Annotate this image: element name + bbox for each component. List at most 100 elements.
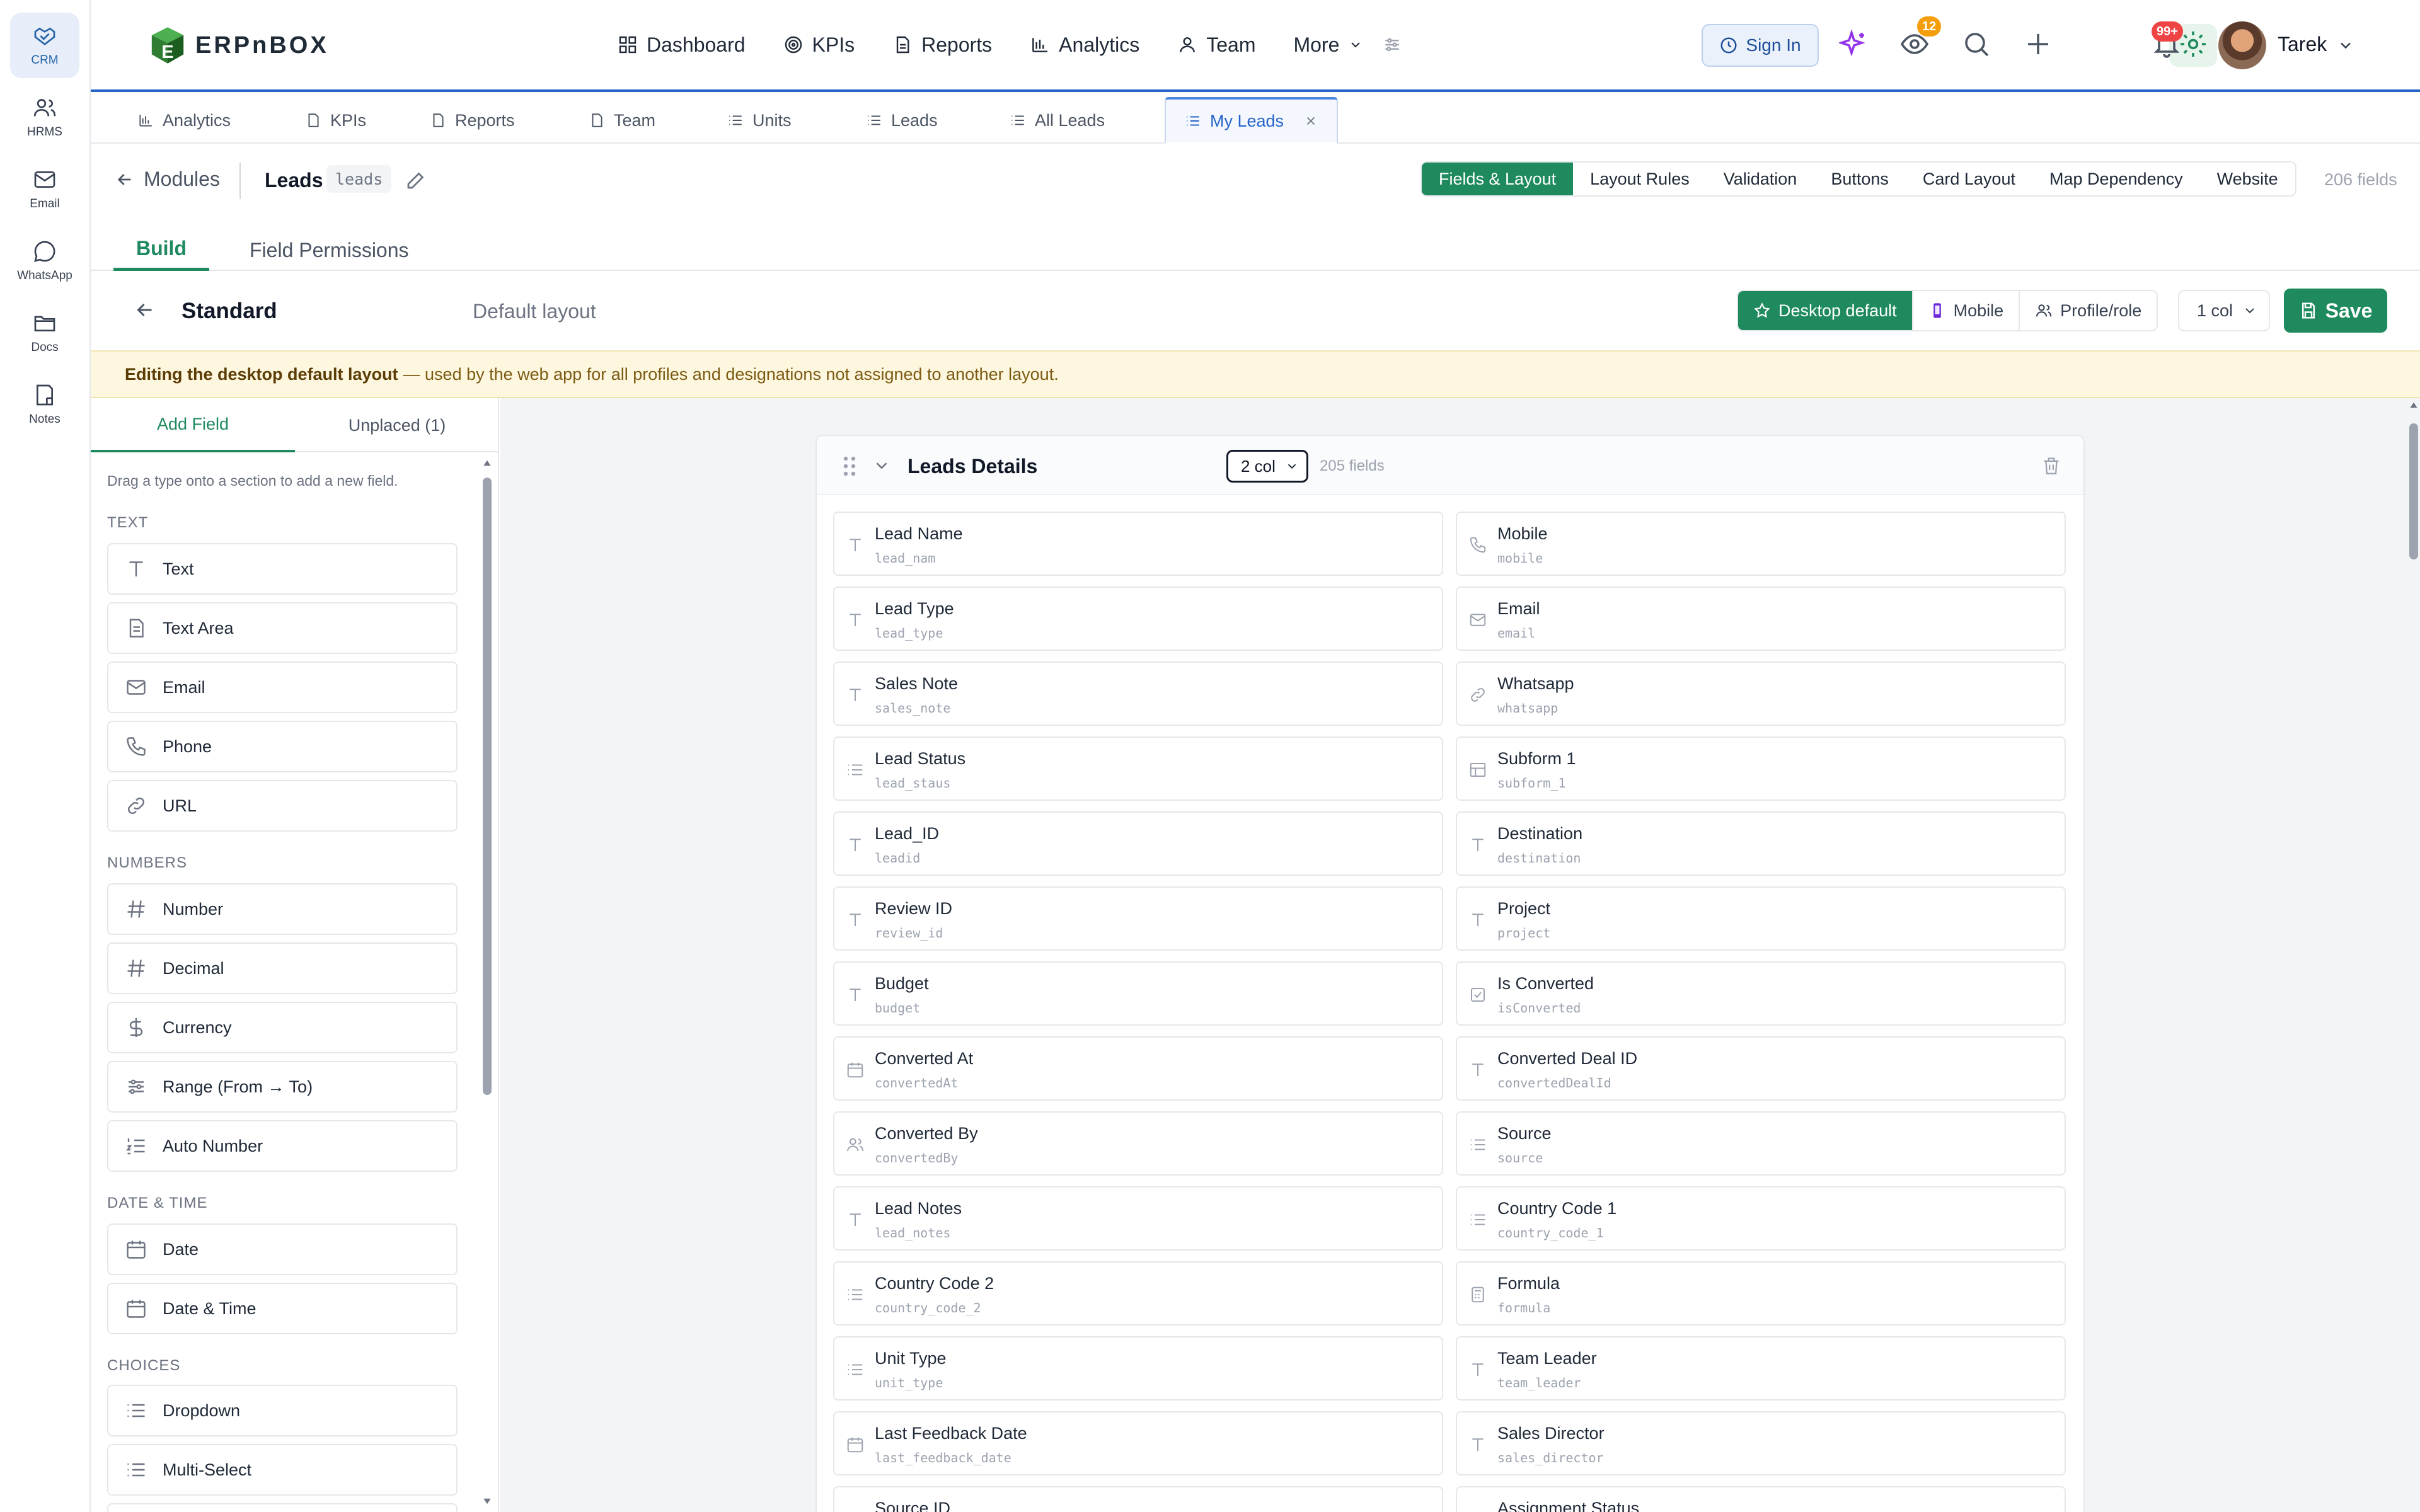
field-card[interactable]: Whatsapp whatsapp	[1456, 662, 2066, 726]
field-card[interactable]: Formula formula	[1456, 1261, 2066, 1326]
avatar[interactable]	[2218, 21, 2266, 69]
nav-kpis[interactable]: KPIs	[783, 28, 855, 62]
scroll-thumb[interactable]	[2409, 423, 2418, 559]
field-card[interactable]: Review ID review_id	[833, 886, 1443, 951]
field-card[interactable]: Last Feedback Date last_feedback_date	[833, 1411, 1443, 1475]
nav-team[interactable]: Team	[1177, 28, 1255, 62]
field-card[interactable]: Lead_ID leadid	[833, 811, 1443, 876]
field-card[interactable]: Country Code 1 country_code_1	[1456, 1186, 2066, 1251]
section-columns-select[interactable]: 2 col	[1226, 450, 1308, 483]
field-card[interactable]: Mobile mobile	[1456, 512, 2066, 576]
tab-reports[interactable]: Reports	[411, 97, 534, 144]
field-card[interactable]: Lead Type lead_type	[833, 587, 1443, 651]
field-card[interactable]: Country Code 2 country_code_2	[833, 1261, 1443, 1326]
tab-unplaced[interactable]: Unplaced (1)	[295, 398, 498, 452]
field-card[interactable]: Converted At convertedAt	[833, 1036, 1443, 1101]
sign-in-button[interactable]: Sign In	[1702, 24, 1819, 67]
seg-fields-layout[interactable]: Fields & Layout	[1422, 163, 1574, 195]
add-button[interactable]	[2023, 29, 2053, 59]
field-card[interactable]: Project project	[1456, 886, 2066, 951]
palette-item-text[interactable]: Text	[107, 543, 458, 595]
tab-analytics[interactable]: Analytics	[118, 97, 250, 144]
palette-scrollbar[interactable]	[481, 459, 493, 1512]
rail-item-docs[interactable]: Docs	[10, 300, 79, 365]
trash-icon[interactable]	[2041, 455, 2062, 476]
rail-item-email[interactable]: Email	[10, 156, 79, 222]
mode-profile-role[interactable]: Profile/role	[2019, 291, 2157, 330]
rail-item-crm[interactable]: CRM	[10, 13, 79, 78]
chevron-down-icon[interactable]	[872, 456, 891, 475]
chevron-down-icon[interactable]	[2337, 37, 2354, 54]
seg-layout-rules[interactable]: Layout Rules	[1573, 163, 1707, 195]
field-card[interactable]: Source ID	[833, 1486, 1443, 1512]
back-to-modules-link[interactable]: Modules	[115, 168, 220, 191]
palette-item-date[interactable]: Date	[107, 1223, 458, 1275]
canvas-scrollbar[interactable]	[2407, 398, 2420, 1512]
tab-leads[interactable]: Leads	[847, 97, 957, 144]
seg-map-dependency[interactable]: Map Dependency	[2032, 163, 2200, 195]
save-button[interactable]: Save	[2284, 289, 2387, 333]
nav-more[interactable]: More	[1293, 28, 1363, 62]
layout-columns-select[interactable]: 1 col	[2178, 290, 2270, 331]
palette-item-auto-number[interactable]: Auto Number	[107, 1120, 458, 1172]
close-icon[interactable]	[1304, 114, 1318, 128]
palette-item-range[interactable]: Range (From → To)	[107, 1061, 458, 1113]
rail-item-hrms[interactable]: HRMS	[10, 84, 79, 150]
tab-add-field[interactable]: Add Field	[91, 398, 295, 452]
field-card[interactable]: Team Leader team_leader	[1456, 1336, 2066, 1400]
palette-item-url[interactable]: URL	[107, 780, 458, 832]
field-card[interactable]: Is Converted isConverted	[1456, 961, 2066, 1026]
palette-item-number[interactable]: Number	[107, 883, 458, 935]
palette-item-phone[interactable]: Phone	[107, 721, 458, 772]
palette-item-currency[interactable]: Currency	[107, 1002, 458, 1053]
nav-analytics[interactable]: Analytics	[1030, 28, 1139, 62]
tab-my-leads[interactable]: My Leads	[1165, 97, 1339, 144]
ai-sparkle-button[interactable]	[1839, 29, 1869, 59]
brand-logo[interactable]: E ERPnBOX	[145, 21, 329, 69]
field-card[interactable]: Sales Note sales_note	[833, 662, 1443, 726]
seg-buttons[interactable]: Buttons	[1814, 163, 1906, 195]
mode-desktop-default[interactable]: Desktop default	[1738, 291, 1912, 330]
field-card[interactable]: Converted Deal ID convertedDealId	[1456, 1036, 2066, 1101]
palette-item-decimal[interactable]: Decimal	[107, 942, 458, 994]
field-card[interactable]: Budget budget	[833, 961, 1443, 1026]
rail-item-whatsapp[interactable]: WhatsApp	[10, 228, 79, 294]
seg-website[interactable]: Website	[2200, 163, 2295, 195]
palette-item-multi-select[interactable]: Multi-Select	[107, 1444, 458, 1496]
seg-validation[interactable]: Validation	[1707, 163, 1814, 195]
field-card[interactable]: Unit Type unit_type	[833, 1336, 1443, 1400]
section-title[interactable]: Leads Details	[908, 455, 1037, 478]
tab-kpis[interactable]: KPIs	[286, 97, 385, 144]
field-card[interactable]: Source source	[1456, 1111, 2066, 1176]
tab-units[interactable]: Units	[708, 97, 810, 144]
palette-item-date-time[interactable]: Date & Time	[107, 1283, 458, 1334]
mode-mobile[interactable]: Mobile	[1911, 291, 2019, 330]
seg-card-layout[interactable]: Card Layout	[1906, 163, 2032, 195]
scroll-thumb[interactable]	[483, 478, 492, 1095]
field-card[interactable]: Lead Status lead_staus	[833, 736, 1443, 801]
field-card[interactable]: Destination destination	[1456, 811, 2066, 876]
tab-field-permissions[interactable]: Field Permissions	[227, 229, 432, 271]
rail-item-notes[interactable]: Notes	[10, 372, 79, 437]
arrow-left-icon[interactable]	[134, 299, 156, 321]
field-card[interactable]: Converted By convertedBy	[833, 1111, 1443, 1176]
drag-handle-icon[interactable]	[841, 455, 858, 478]
search-button[interactable]	[1961, 29, 1991, 59]
pencil-icon[interactable]	[405, 169, 427, 192]
palette-item-email[interactable]: Email	[107, 662, 458, 713]
field-card[interactable]: Sales Director sales_director	[1456, 1411, 2066, 1475]
field-card[interactable]: Subform 1 subform_1	[1456, 736, 2066, 801]
nav-reports[interactable]: Reports	[892, 28, 992, 62]
tab-team[interactable]: Team	[570, 97, 674, 144]
field-card[interactable]: Lead Name lead_nam	[833, 512, 1443, 576]
nav-customize[interactable]	[1382, 28, 1402, 62]
field-card[interactable]: Email email	[1456, 587, 2066, 651]
palette-item-text-area[interactable]: Text Area	[107, 602, 458, 654]
user-name[interactable]: Tarek	[2278, 33, 2327, 56]
nav-dashboard[interactable]: Dashboard	[618, 28, 746, 62]
palette-item-dropdown[interactable]: Dropdown	[107, 1385, 458, 1436]
tab-all-leads[interactable]: All Leads	[991, 97, 1124, 144]
tab-build[interactable]: Build	[113, 229, 209, 271]
palette-item-next[interactable]	[107, 1503, 458, 1512]
field-card[interactable]: Lead Notes lead_notes	[833, 1186, 1443, 1251]
